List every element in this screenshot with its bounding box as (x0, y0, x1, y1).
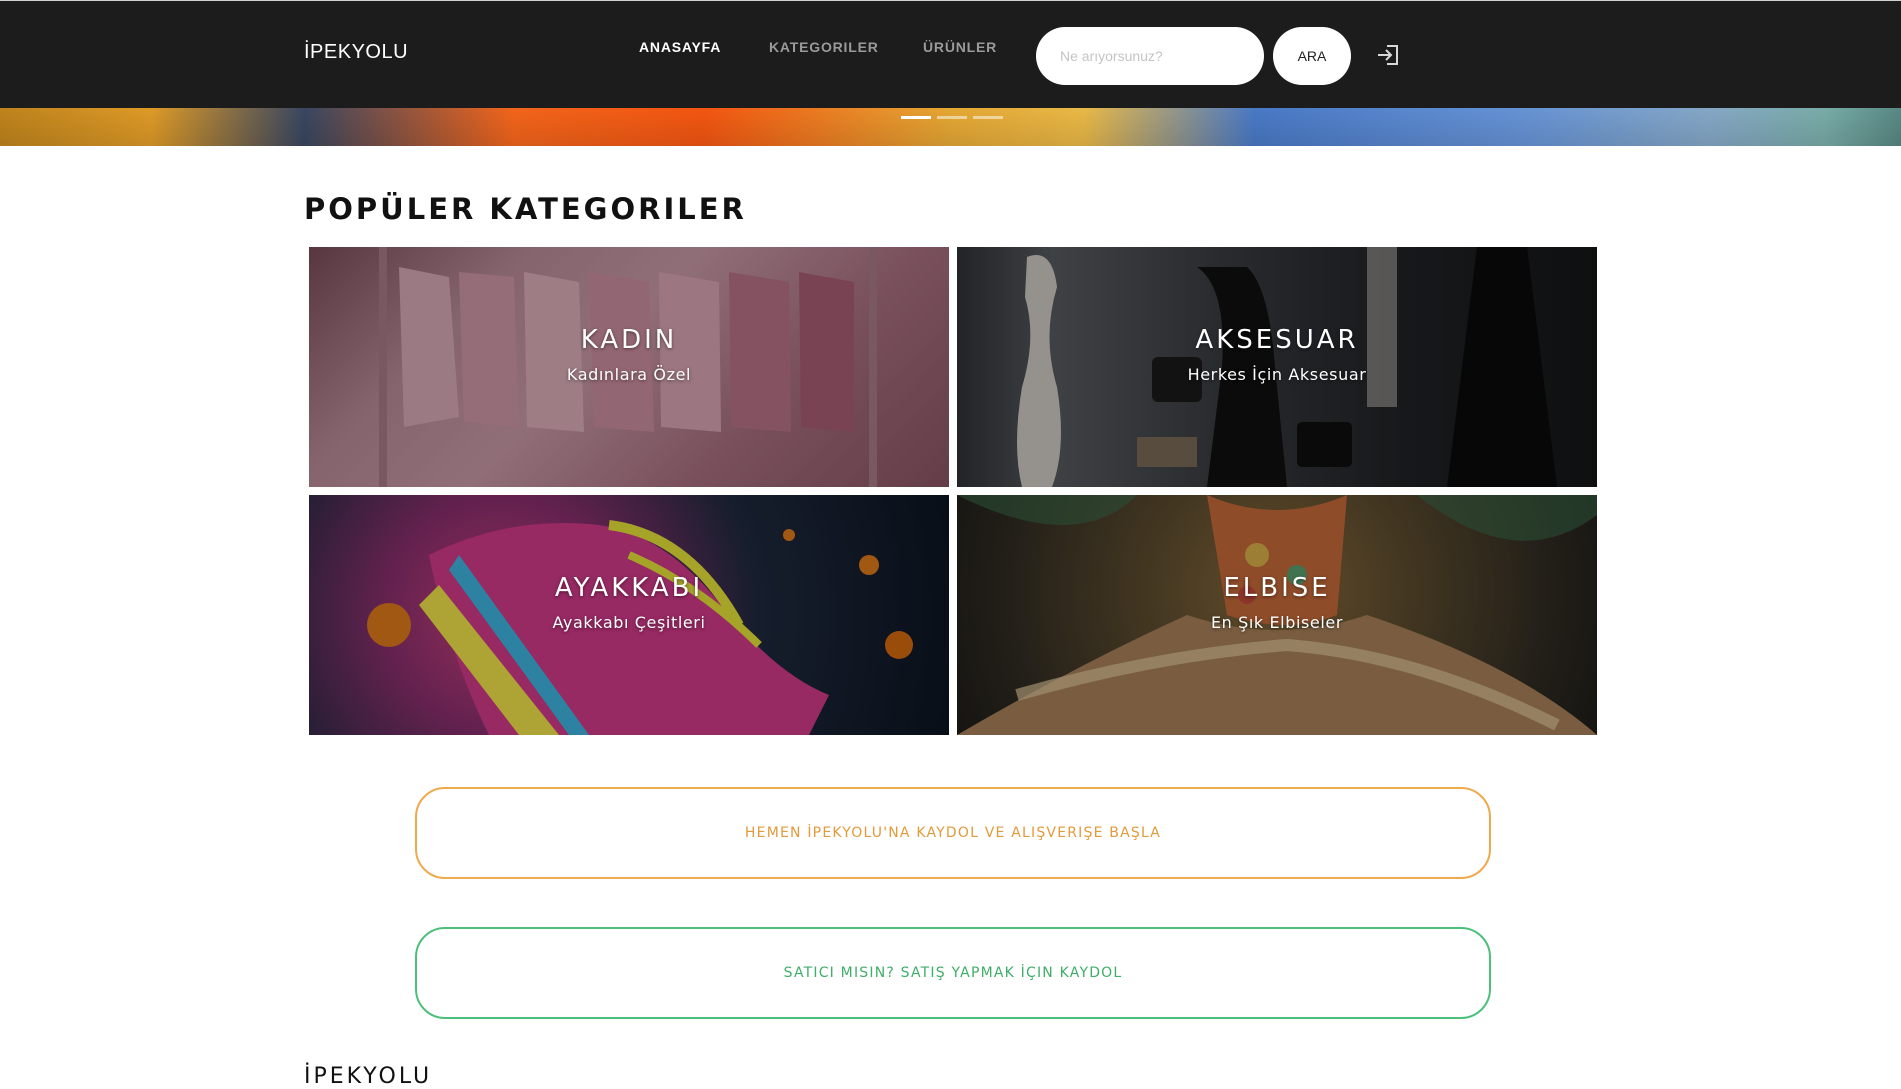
category-card-kadin[interactable]: KADIN Kadınlara Özel (309, 247, 949, 487)
navbar: İPEKYOLU ANASAYFA KATEGORILER ÜRÜNLER AR… (0, 0, 1901, 108)
category-subtitle: Herkes İçin Aksesuar (1187, 365, 1367, 384)
hero-shade (0, 108, 1901, 146)
category-title: AYAKKABI (554, 573, 704, 603)
category-card-aksesuar[interactable]: AKSESUAR Herkes İçin Aksesuar (957, 247, 1597, 487)
nav-categories[interactable]: KATEGORILER (769, 39, 879, 55)
section-title: POPÜLER KATEGORILER (304, 192, 747, 226)
category-card-ayakkabi[interactable]: AYAKKABI Ayakkabı Çeşitleri (309, 495, 949, 735)
category-caption: ELBISE En Şık Elbiseler (957, 573, 1597, 632)
category-card-elbise[interactable]: ELBISE En Şık Elbiseler (957, 495, 1597, 735)
hero-carousel (0, 108, 1901, 146)
category-caption: AYAKKABI Ayakkabı Çeşitleri (309, 573, 949, 632)
login-icon[interactable] (1375, 43, 1401, 67)
seller-register-button[interactable]: SATICI MISIN? SATIŞ YAPMAK İÇIN KAYDOL (415, 927, 1491, 1019)
search-input[interactable] (1036, 27, 1264, 85)
customer-register-button[interactable]: HEMEN İPEKYOLU'NA KAYDOL VE ALIŞVERIŞE B… (415, 787, 1491, 879)
category-caption: AKSESUAR Herkes İçin Aksesuar (957, 325, 1597, 384)
brand-logo[interactable]: İPEKYOLU (304, 41, 408, 64)
category-title: AKSESUAR (1195, 325, 1359, 355)
nav-home[interactable]: ANASAYFA (639, 39, 721, 55)
carousel-indicator-2[interactable] (937, 116, 967, 119)
footer-brand: İPEKYOLU (304, 1064, 433, 1089)
carousel-indicators (901, 116, 1003, 119)
carousel-indicator-1[interactable] (901, 116, 931, 119)
category-subtitle: Ayakkabı Çeşitleri (552, 613, 706, 632)
category-title: ELBISE (1223, 573, 1331, 603)
search-button[interactable]: ARA (1273, 27, 1351, 85)
category-subtitle: Kadınlara Özel (566, 365, 692, 384)
category-caption: KADIN Kadınlara Özel (309, 325, 949, 384)
carousel-indicator-3[interactable] (973, 116, 1003, 119)
nav-products[interactable]: ÜRÜNLER (923, 39, 997, 55)
category-title: KADIN (580, 325, 678, 355)
category-subtitle: En Şık Elbiseler (1210, 613, 1344, 632)
